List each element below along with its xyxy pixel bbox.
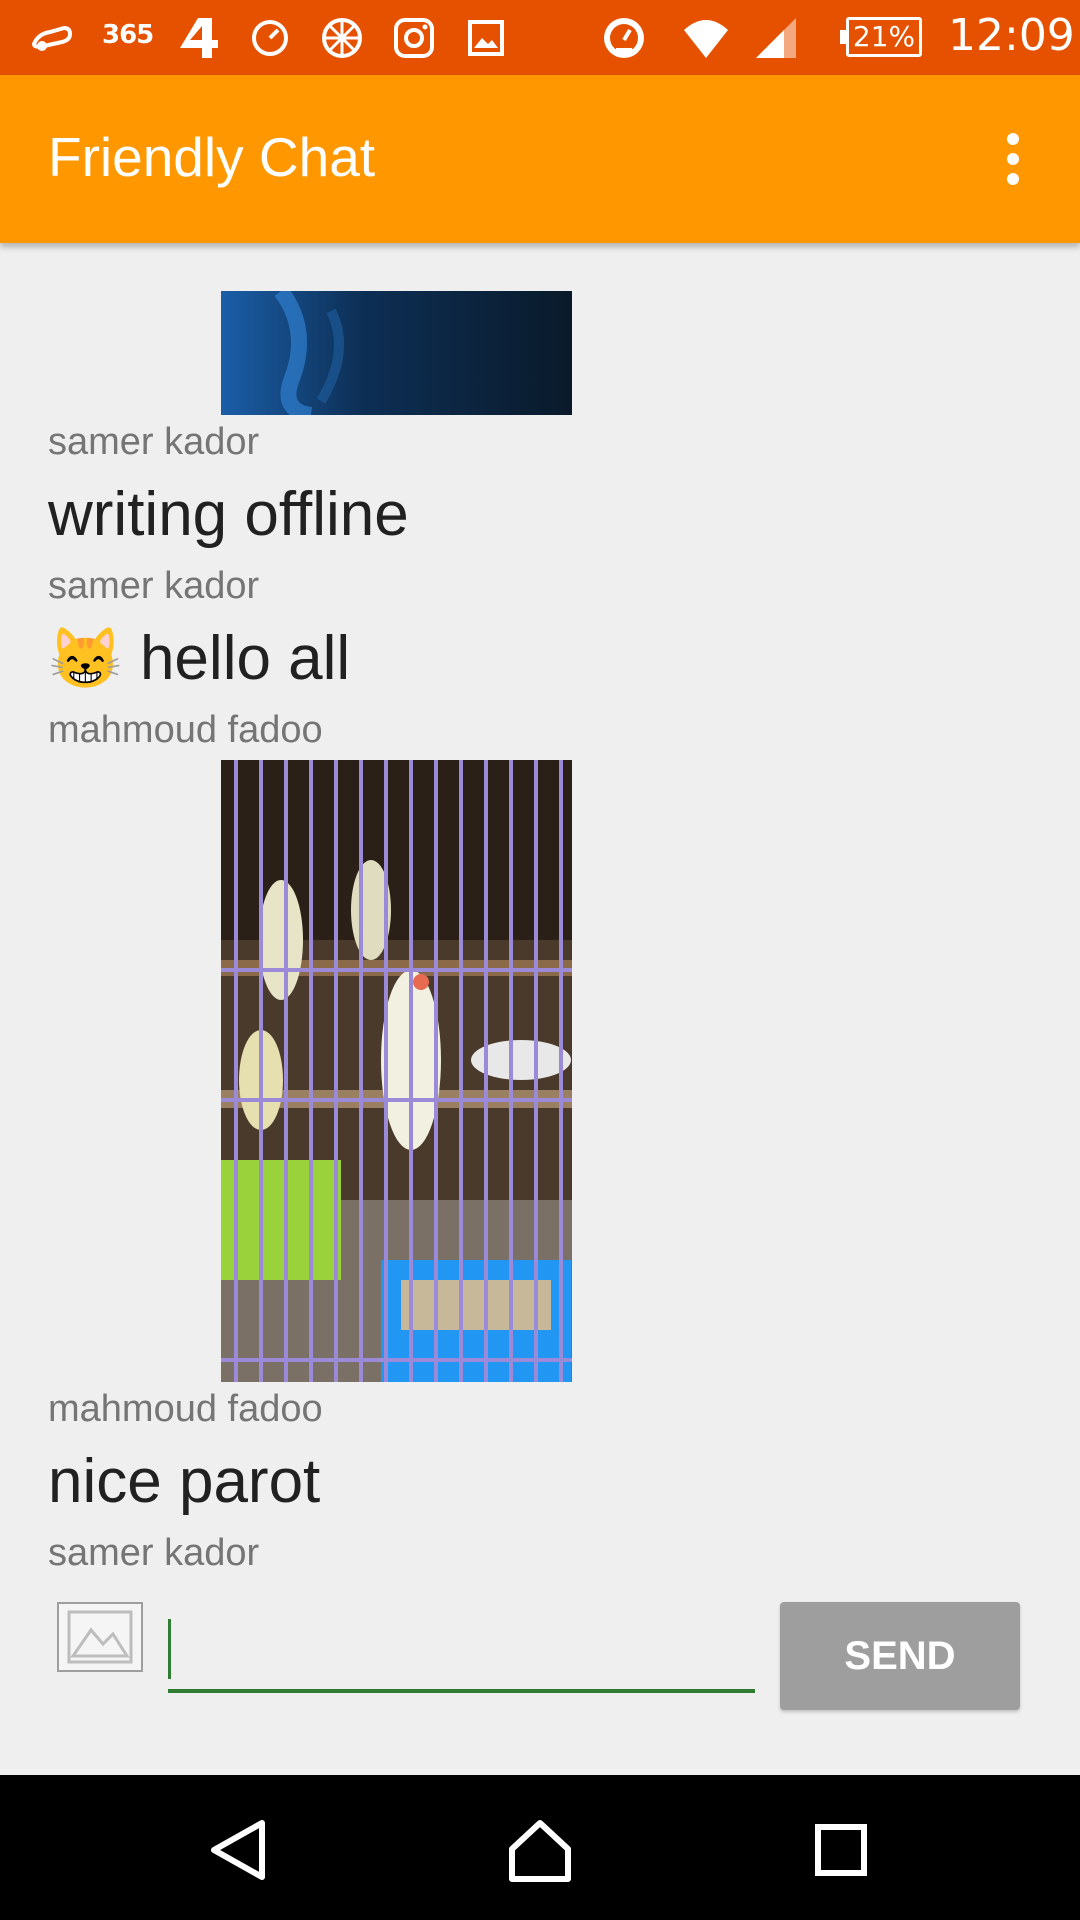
signal-icon (756, 18, 796, 58)
app-title: Friendly Chat (48, 126, 376, 188)
clock: 12:09 (948, 10, 1075, 61)
four-icon (180, 18, 218, 58)
message-sender: mahmoud fadoo (48, 1388, 323, 1430)
add-image-icon (67, 1610, 133, 1664)
message-text: writing offline (48, 480, 409, 549)
message-sender: samer kador (48, 565, 260, 607)
message-input[interactable] (168, 1603, 755, 1693)
scooter-icon (31, 25, 73, 51)
text-caret (168, 1619, 171, 1679)
photo-icon (221, 760, 572, 1382)
message-text: hello all (139, 624, 351, 693)
more-vert-icon[interactable] (998, 133, 1028, 193)
photo-icon (221, 291, 572, 415)
send-button[interactable]: SEND (780, 1602, 1020, 1710)
gauge-icon (604, 18, 644, 58)
add-image-button[interactable] (57, 1602, 143, 1672)
navigation-bar (0, 1775, 1080, 1920)
message-image[interactable] (221, 760, 572, 1382)
gallery-icon (468, 20, 504, 56)
365-icon: 365 (102, 20, 154, 50)
back-icon[interactable] (200, 1815, 280, 1885)
wifi-icon (684, 20, 728, 58)
status-bar: 365 21% 12:09 (0, 0, 1080, 75)
battery-indicator: 21% (840, 17, 922, 57)
message-input-bar: SEND (0, 1573, 1080, 1773)
message-sender: samer kador (48, 1532, 260, 1574)
globe-icon (322, 18, 362, 58)
app-bar: Friendly Chat (0, 75, 1080, 243)
message-list[interactable]: samer kador writing offline samer kador … (0, 243, 1080, 1574)
cat-emoji-icon: 😸 (48, 625, 123, 692)
message-sender: samer kador (48, 421, 260, 463)
speedometer-icon (252, 20, 288, 56)
recents-icon[interactable] (800, 1815, 880, 1885)
message-sender: mahmoud fadoo (48, 709, 323, 751)
home-icon[interactable] (500, 1815, 580, 1885)
instagram-icon (394, 18, 434, 58)
message-text: nice parot (48, 1447, 321, 1516)
message-text-row: 😸 hello all (48, 623, 350, 694)
message-image[interactable] (221, 291, 572, 415)
